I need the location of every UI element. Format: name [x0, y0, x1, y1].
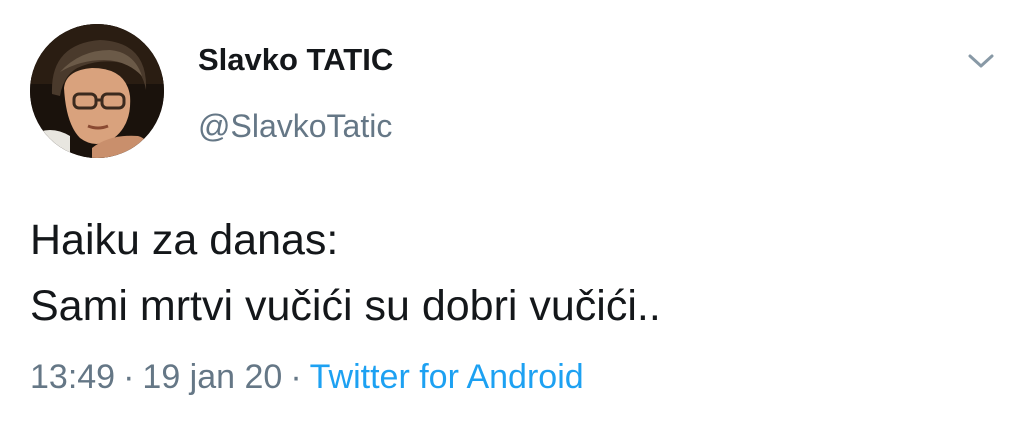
chevron-down-icon[interactable]	[966, 50, 996, 72]
meta-separator: ·	[290, 358, 302, 396]
avatar[interactable]	[30, 24, 164, 158]
tweet-line: Haiku za danas:	[30, 216, 339, 264]
author-handle[interactable]: @SlavkoTatic	[198, 108, 392, 145]
meta-separator: ·	[123, 358, 135, 396]
tweet-time[interactable]: 13:49	[30, 358, 115, 396]
author-name[interactable]: Slavko TATIC	[198, 42, 393, 78]
tweet-date[interactable]: 19 jan 20	[142, 358, 282, 396]
tweet-meta: 13:49 · 19 jan 20 · Twitter for Android	[30, 358, 584, 397]
tweet-text: Haiku za danas: Sami mrtvi vučići su dob…	[30, 207, 990, 339]
tweet-card: Slavko TATIC @SlavkoTatic Haiku za danas…	[0, 0, 1024, 428]
tweet-line: Sami mrtvi vučići su dobri vučići..	[30, 282, 661, 330]
tweet-source-link[interactable]: Twitter for Android	[310, 358, 584, 396]
avatar-image	[30, 24, 164, 158]
